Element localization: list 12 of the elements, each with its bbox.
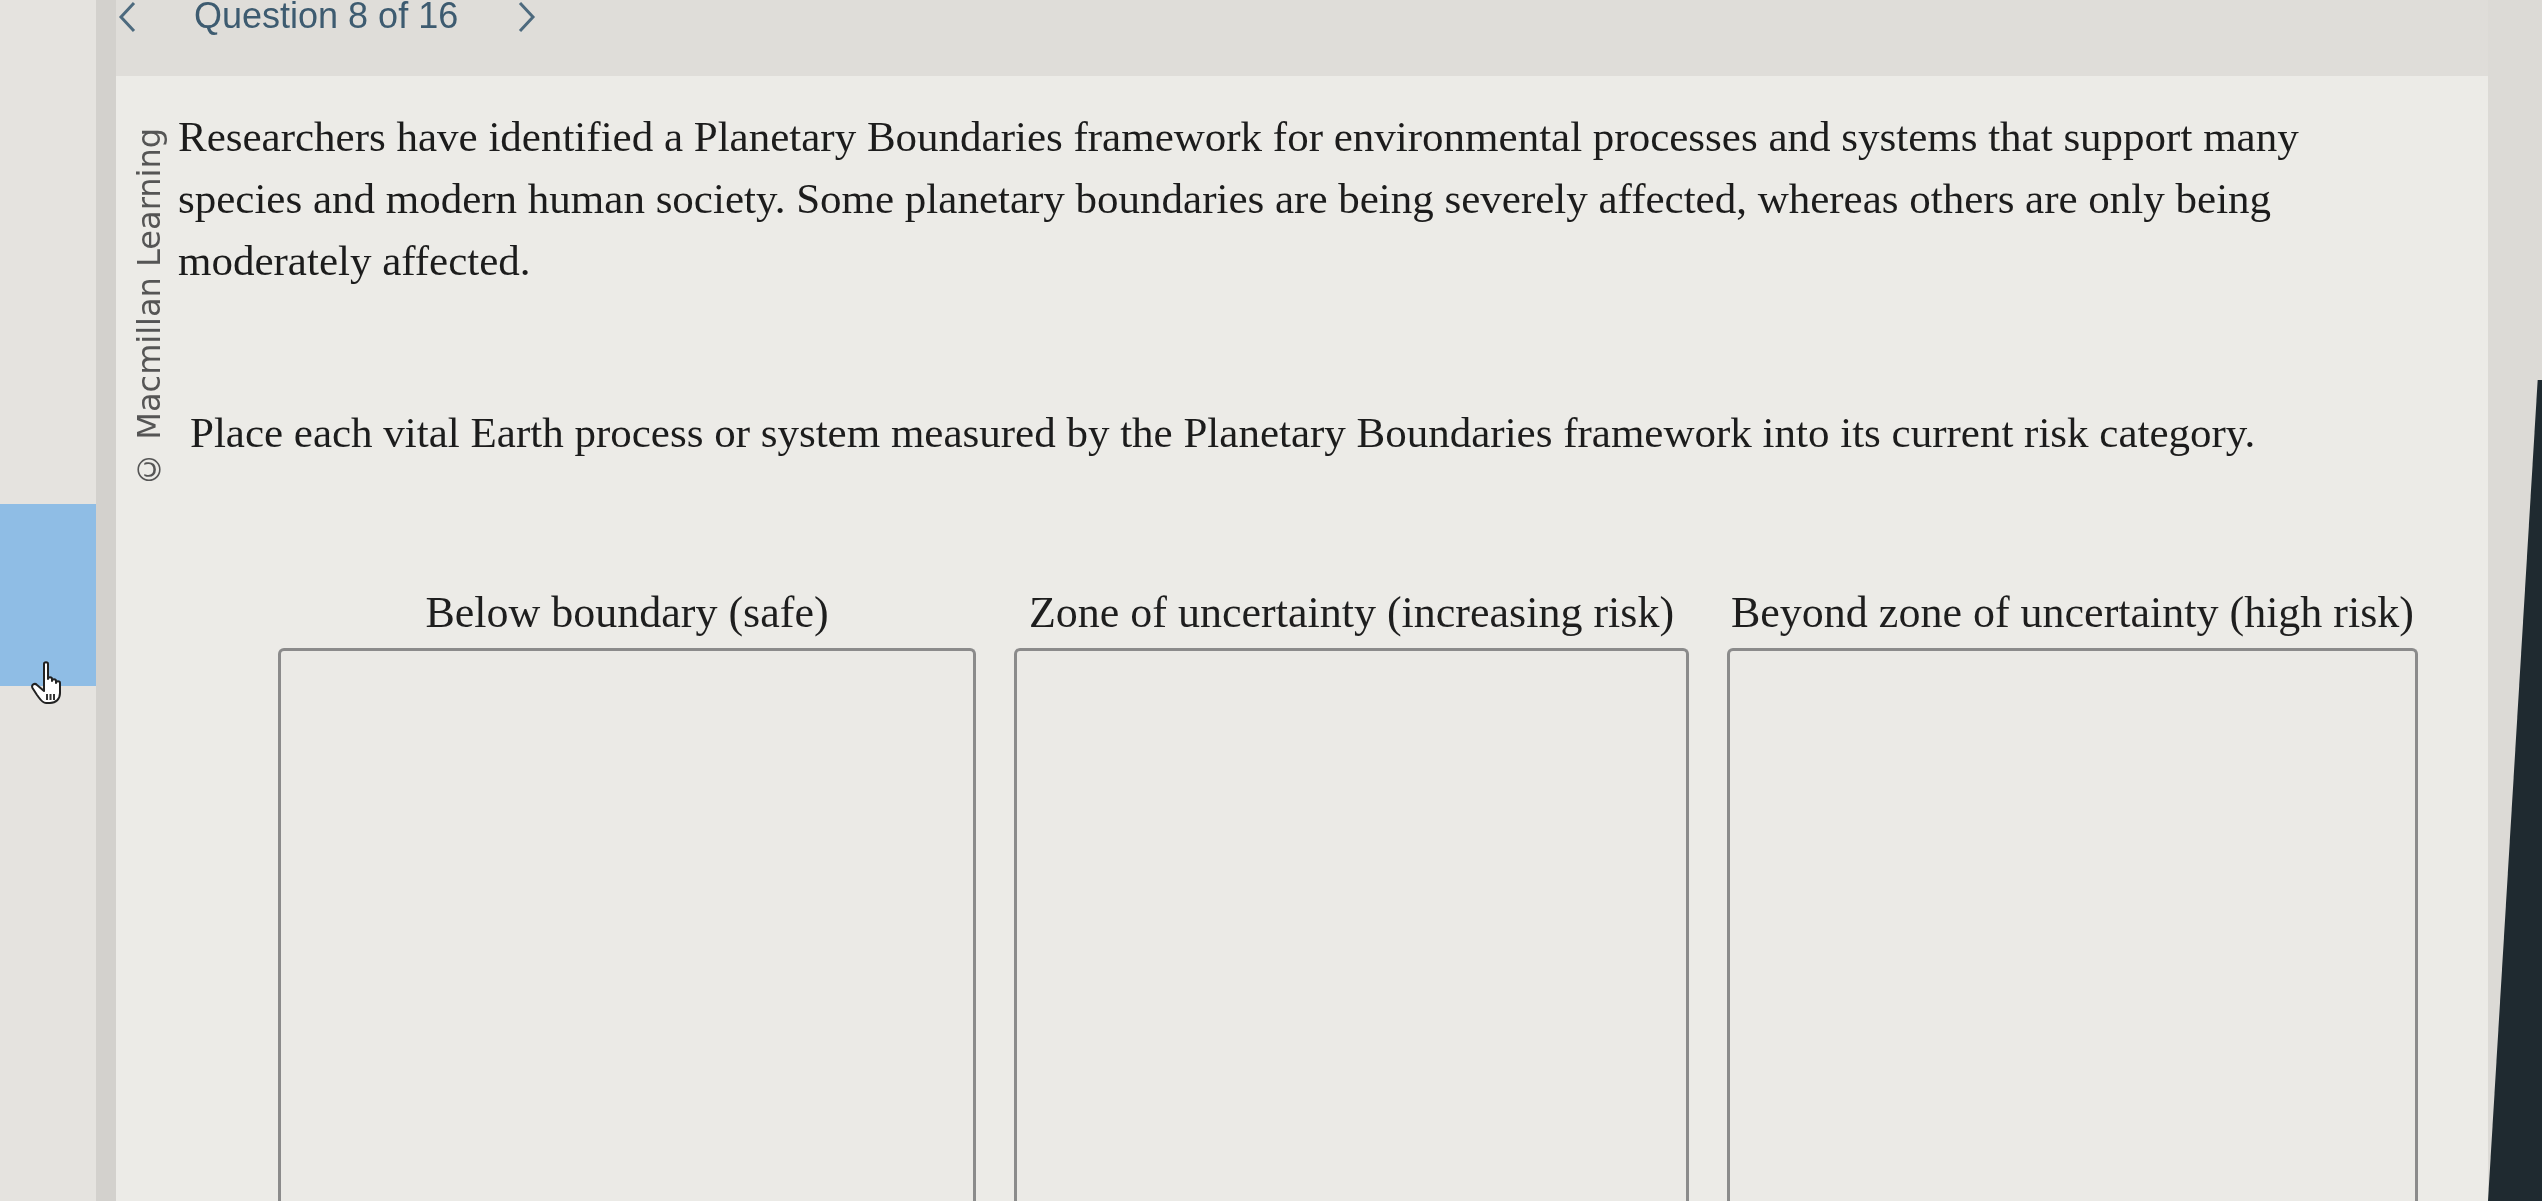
chevron-left-icon[interactable] — [116, 0, 138, 34]
question-text: Researchers have identified a Planetary Boundaries framework for environmental processes and systems that support many species and modern human society. Some planetary boundaries are being severely affected, whereas others are only being moderately affected. — [178, 112, 2300, 286]
category-heading: Beyond zone of uncertainty (high risk) — [1730, 587, 2415, 638]
question-counter: Question 8 of 16 — [194, 0, 459, 36]
drop-zone[interactable] — [1014, 647, 1689, 1201]
selected-question-highlight[interactable] — [0, 504, 96, 686]
drop-zone[interactable] — [278, 647, 976, 1201]
question-text: Place each vital Earth process or system measured by the Planetary Boundaries framework into its current risk category. — [189, 408, 2257, 458]
category-heading: Zone of uncertainty (increasing risk) — [1027, 587, 1676, 638]
category-heading: Below boundary (safe) — [424, 587, 830, 638]
copyright-notice: © Macmillan Learning — [132, 128, 166, 488]
drop-zone[interactable] — [1727, 647, 2418, 1201]
